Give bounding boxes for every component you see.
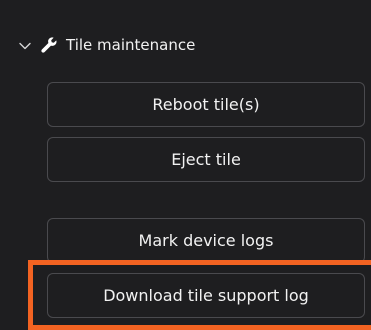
mark-device-logs-button[interactable]: Mark device logs [47, 218, 365, 263]
section-title: Tile maintenance [66, 36, 196, 54]
chevron-down-icon [18, 38, 32, 52]
eject-tile-button[interactable]: Eject tile [47, 137, 365, 182]
wrench-icon [40, 36, 58, 54]
reboot-tiles-button[interactable]: Reboot tile(s) [47, 82, 365, 127]
tile-maintenance-section-toggle[interactable]: Tile maintenance [18, 33, 195, 57]
download-tile-support-log-button[interactable]: Download tile support log [47, 273, 365, 318]
